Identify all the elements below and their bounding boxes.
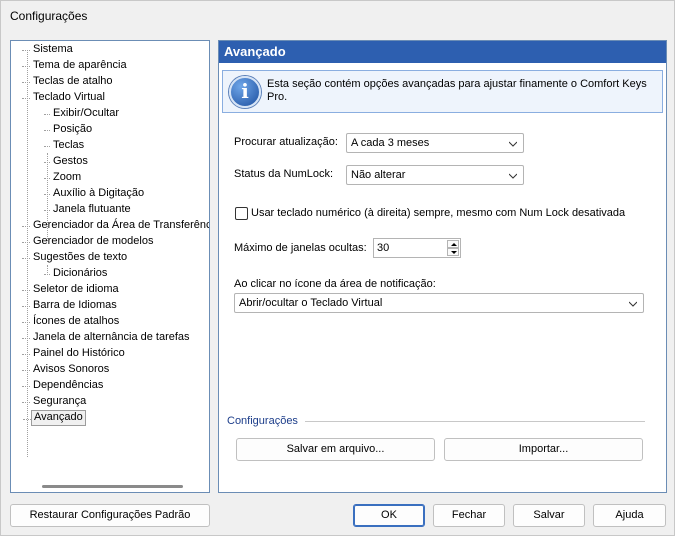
tree-item-11[interactable]: Janela flutuante bbox=[44, 202, 133, 218]
tree-item-19[interactable]: Janela de alternância de tarefas bbox=[22, 330, 192, 346]
tree-item-8[interactable]: Gestos bbox=[44, 154, 90, 170]
tree-item-17[interactable]: Barra de Idiomas bbox=[22, 298, 119, 314]
max-windows-value: 30 bbox=[377, 242, 390, 254]
window-title: Configurações bbox=[10, 9, 88, 23]
tree-item-9[interactable]: Zoom bbox=[43, 170, 83, 186]
settings-panel: Avançado i Esta seção contém opções avan… bbox=[218, 40, 667, 493]
stepper-down-button[interactable] bbox=[447, 248, 459, 256]
tray-click-select[interactable]: Abrir/ocultar o Teclado Virtual bbox=[234, 293, 644, 313]
settings-tree[interactable]: Sistema Tema de aparência Teclas de atalho… bbox=[10, 40, 210, 493]
tree-item-2[interactable]: Tema de aparência bbox=[22, 58, 129, 74]
tree-item-15[interactable]: Dicionários bbox=[43, 266, 109, 282]
tree-item-10[interactable]: Auxílio à Digitação bbox=[43, 186, 146, 202]
import-button[interactable]: Importar... bbox=[444, 438, 643, 461]
help-button[interactable]: Ajuda bbox=[593, 504, 666, 527]
tree-item-18[interactable]: Ícones de atalhos bbox=[21, 314, 121, 330]
update-label: Procurar atualização: bbox=[234, 136, 338, 148]
arrow-down-icon bbox=[451, 251, 457, 254]
save-button[interactable]: Salvar bbox=[513, 504, 585, 527]
save-to-file-button[interactable]: Salvar em arquivo... bbox=[236, 438, 435, 461]
tree-item-1[interactable]: Sistema bbox=[22, 42, 75, 58]
config-group-title: Configurações bbox=[227, 415, 298, 427]
info-text: Esta seção contém opções avançadas para … bbox=[267, 78, 647, 103]
stepper-buttons bbox=[447, 240, 459, 256]
numlock-value: Não alterar bbox=[351, 169, 406, 181]
tree-item-22[interactable]: Dependências bbox=[21, 378, 105, 394]
numlock-select[interactable]: Não alterar bbox=[346, 165, 524, 185]
tree-item-4[interactable]: Teclado Virtual bbox=[22, 90, 107, 106]
numlock-label: Status da NumLock: bbox=[234, 168, 334, 180]
tree-item-21[interactable]: Avisos Sonoros bbox=[21, 362, 111, 378]
ok-button[interactable]: OK bbox=[353, 504, 425, 527]
info-box: i Esta seção contém opções avançadas par… bbox=[222, 70, 663, 113]
tree-item-12[interactable]: Gerenciador da Área de Transferência bbox=[21, 218, 209, 234]
panel-title: Avançado bbox=[219, 41, 666, 63]
tree-item-6[interactable]: Posição bbox=[43, 122, 94, 138]
tree-connector bbox=[47, 265, 48, 273]
tree-item-14[interactable]: Sugestões de texto bbox=[21, 250, 129, 266]
max-windows-stepper[interactable]: 30 bbox=[373, 238, 461, 258]
arrow-up-icon bbox=[451, 243, 457, 246]
chevron-down-icon bbox=[509, 141, 517, 147]
stepper-up-button[interactable] bbox=[447, 240, 459, 248]
tree-item-3[interactable]: Teclas de atalho bbox=[22, 74, 115, 90]
chevron-down-icon bbox=[629, 301, 637, 307]
update-frequency-value: A cada 3 meses bbox=[351, 137, 430, 149]
chevron-down-icon bbox=[509, 173, 517, 179]
tree-item-24[interactable]: Avançado bbox=[23, 410, 86, 426]
close-button[interactable]: Fechar bbox=[433, 504, 505, 527]
tree-item-20[interactable]: Painel do Histórico bbox=[22, 346, 127, 362]
tray-click-value: Abrir/ocultar o Teclado Virtual bbox=[239, 297, 383, 309]
group-divider bbox=[305, 421, 645, 422]
settings-window: Configurações Sistema Tema de aparência Te… bbox=[0, 0, 675, 536]
restore-defaults-button[interactable]: Restaurar Configurações Padrão bbox=[10, 504, 210, 527]
info-icon: i bbox=[229, 76, 261, 108]
numpad-checkbox-label[interactable]: Usar teclado numérico (à direita) sempre… bbox=[251, 207, 625, 219]
numpad-checkbox[interactable] bbox=[235, 207, 248, 220]
tree-item-23[interactable]: Segurança bbox=[21, 394, 88, 410]
tree-connector bbox=[27, 50, 28, 457]
tray-click-label: Ao clicar no ícone da área de notificaçã… bbox=[234, 278, 436, 290]
update-frequency-select[interactable]: A cada 3 meses bbox=[346, 133, 524, 153]
tree-item-13[interactable]: Gerenciador de modelos bbox=[21, 234, 155, 250]
tree-item-16[interactable]: Seletor de idioma bbox=[22, 282, 121, 298]
tree-horizontal-scrollbar[interactable] bbox=[42, 485, 183, 488]
tree-item-7[interactable]: Teclas bbox=[43, 138, 86, 154]
max-windows-label: Máximo de janelas ocultas: bbox=[234, 242, 367, 254]
tree-item-5[interactable]: Exibir/Ocultar bbox=[43, 106, 121, 122]
